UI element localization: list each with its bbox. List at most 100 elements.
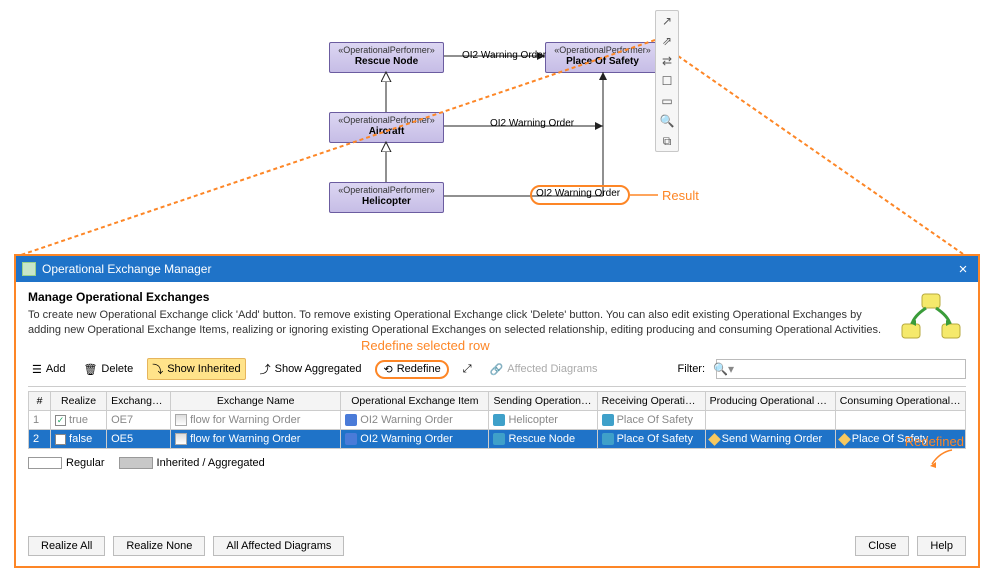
cell-consuming[interactable] <box>835 411 965 430</box>
node-label: Rescue Node <box>338 56 435 68</box>
aggregated-icon: ⤴ <box>260 361 271 377</box>
close-button[interactable]: Close <box>855 536 909 556</box>
cell-realize[interactable]: false <box>51 430 107 449</box>
cell-receiving[interactable]: Place Of Safety <box>597 411 705 430</box>
tool-copy-icon[interactable]: ⧉ <box>659 133 675 149</box>
dialog-heading: Manage Operational Exchanges <box>28 290 884 304</box>
filter-input[interactable] <box>716 359 966 379</box>
edges <box>0 0 993 260</box>
help-button[interactable]: Help <box>917 536 966 556</box>
diagram-canvas: «OperationalPerformer» Rescue Node «Oper… <box>0 0 993 583</box>
show-inherited-toggle[interactable]: ⤵ Show Inherited <box>147 358 245 380</box>
col-consuming[interactable]: Consuming Operational Activity <box>835 392 965 411</box>
cell-realize[interactable]: true <box>51 411 107 430</box>
node-label: Helicopter <box>338 196 435 208</box>
col-exname[interactable]: Exchange Name <box>171 392 341 411</box>
legend: Regular Inherited / Aggregated <box>28 457 966 469</box>
info-icon <box>345 433 357 445</box>
node-rescue[interactable]: «OperationalPerformer» Rescue Node <box>329 42 444 73</box>
col-num[interactable]: # <box>29 392 51 411</box>
smart-toolbar: ↗ ⇗ ⇄ ☐ ▭ 🔍 ⧉ <box>655 10 679 152</box>
trash-icon: 🗑 <box>83 363 97 376</box>
agent-icon <box>602 414 614 426</box>
cell-producing[interactable] <box>705 411 835 430</box>
result-highlight <box>530 185 630 205</box>
realize-checkbox[interactable] <box>55 415 66 426</box>
dialog-titlebar: Operational Exchange Manager × <box>16 256 978 282</box>
exchange-table: # Realize Exchange ID Exchange Name Oper… <box>28 391 966 449</box>
redefine-button[interactable]: ⟲ Redefine <box>375 360 448 379</box>
cell-num[interactable]: 1 <box>29 411 51 430</box>
agent-icon <box>493 414 505 426</box>
info-icon <box>345 414 357 426</box>
node-aircraft[interactable]: «OperationalPerformer» Aircraft <box>329 112 444 143</box>
col-realize[interactable]: Realize <box>51 392 107 411</box>
cell-sending[interactable]: Helicopter <box>489 411 597 430</box>
col-exid[interactable]: Exchange ID <box>107 392 171 411</box>
col-item[interactable]: Operational Exchange Item <box>341 392 489 411</box>
flow-icon <box>175 433 187 445</box>
tool-connector-icon[interactable]: ↗ <box>659 13 675 29</box>
cell-exname[interactable]: flow for Warning Order <box>171 411 341 430</box>
dialog-decor-icon <box>896 290 966 346</box>
table-row[interactable]: 2falseOE5flow for Warning OrderOI2 Warni… <box>29 430 966 449</box>
dialog-toolbar: ☰ Add 🗑 Delete ⤵ Show Inherited ⤴ Show A… <box>28 358 966 387</box>
node-safety[interactable]: «OperationalPerformer» Place Of Safety <box>545 42 660 73</box>
tool-search-icon[interactable]: 🔍 <box>659 113 675 129</box>
close-icon[interactable]: × <box>954 261 972 278</box>
add-icon: ☰ <box>32 363 42 376</box>
all-affected-button[interactable]: All Affected Diagrams <box>213 536 344 556</box>
agent-icon <box>493 433 505 445</box>
stereotype-label: «OperationalPerformer» <box>338 45 435 56</box>
realize-checkbox[interactable] <box>55 434 66 445</box>
node-label: Place Of Safety <box>554 56 651 68</box>
activity-icon <box>838 433 851 446</box>
realize-none-button[interactable]: Realize None <box>113 536 205 556</box>
dialog-operational-exchange-manager: Operational Exchange Manager × Manage Op… <box>14 254 980 568</box>
expand-button[interactable]: ⤢ <box>459 361 476 378</box>
col-sending[interactable]: Sending Operational Agent <box>489 392 597 411</box>
inherited-icon: ⤵ <box>152 361 163 377</box>
cell-exname[interactable]: flow for Warning Order <box>171 430 341 449</box>
stereotype-label: «OperationalPerformer» <box>554 45 651 56</box>
legend-regular-label: Regular <box>66 457 105 469</box>
affected-diagrams-button[interactable]: 🔗 Affected Diagrams <box>486 361 602 378</box>
tool-select-icon[interactable]: ▭ <box>659 93 675 109</box>
cell-sending[interactable]: Rescue Node <box>489 430 597 449</box>
cell-exid[interactable]: OE7 <box>107 411 171 430</box>
tool-add-icon[interactable]: ☐ <box>659 73 675 89</box>
legend-regular-swatch <box>28 457 62 469</box>
add-button[interactable]: ☰ Add <box>28 361 69 378</box>
delete-button[interactable]: 🗑 Delete <box>79 361 137 378</box>
filter-label: Filter: <box>678 363 706 375</box>
col-receiving[interactable]: Receiving Operational Agent <box>597 392 705 411</box>
cell-receiving[interactable]: Place Of Safety <box>597 430 705 449</box>
show-aggregated-toggle[interactable]: ⤴ Show Aggregated <box>256 359 366 379</box>
table-header-row: # Realize Exchange ID Exchange Name Oper… <box>29 392 966 411</box>
cell-num[interactable]: 2 <box>29 430 51 449</box>
dialog-description: To create new Operational Exchange click… <box>28 308 884 338</box>
stereotype-label: «OperationalPerformer» <box>338 185 435 196</box>
cell-exid[interactable]: OE5 <box>107 430 171 449</box>
result-label: Result <box>662 188 699 203</box>
agent-icon <box>602 433 614 445</box>
legend-inherited-swatch <box>119 457 153 469</box>
app-icon <box>22 262 36 276</box>
edge-label: OI2 Warning Order <box>490 118 574 129</box>
cell-item[interactable]: OI2 Warning Order <box>341 430 489 449</box>
callout-redefined: Redefined <box>905 434 964 449</box>
edge-label: OI2 Warning Order <box>462 50 546 61</box>
redefine-icon: ⟲ <box>383 363 392 376</box>
node-helicopter[interactable]: «OperationalPerformer» Helicopter <box>329 182 444 213</box>
stereotype-label: «OperationalPerformer» <box>338 115 435 126</box>
tool-realization-icon[interactable]: ⇗ <box>659 33 675 49</box>
tool-exchange-icon[interactable]: ⇄ <box>659 53 675 69</box>
col-producing[interactable]: Producing Operational Activity <box>705 392 835 411</box>
chain-icon: 🔗 <box>490 363 504 376</box>
realize-all-button[interactable]: Realize All <box>28 536 105 556</box>
table-row[interactable]: 1trueOE7flow for Warning OrderOI2 Warnin… <box>29 411 966 430</box>
dialog-title: Operational Exchange Manager <box>42 262 211 276</box>
cell-producing[interactable]: Send Warning Order <box>705 430 835 449</box>
cell-item[interactable]: OI2 Warning Order <box>341 411 489 430</box>
search-icon: 🔍▾ <box>709 362 734 376</box>
